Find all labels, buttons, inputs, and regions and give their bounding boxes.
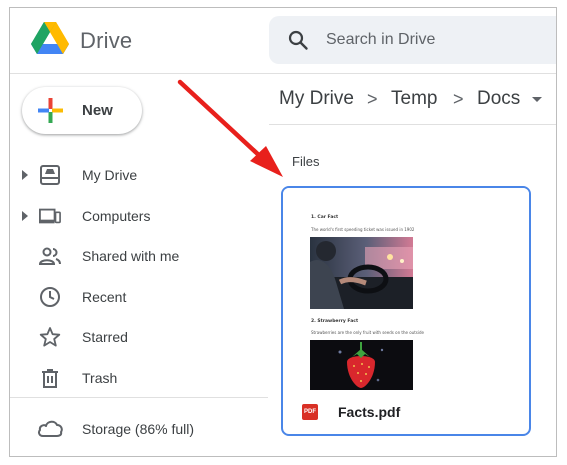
sidebar-item-shared-with-me[interactable]: Shared with me bbox=[10, 238, 268, 274]
google-drive-logo-icon[interactable] bbox=[31, 22, 69, 55]
breadcrumb: My Drive > Temp > Docs bbox=[269, 74, 556, 125]
search-icon[interactable] bbox=[287, 29, 309, 51]
sidebar-item-label: Recent bbox=[82, 289, 127, 305]
sidebar-divider bbox=[10, 397, 268, 398]
sidebar-item-recent[interactable]: Recent bbox=[10, 279, 268, 315]
expand-caret-icon[interactable] bbox=[22, 170, 28, 180]
file-card[interactable]: 1. Car Fact The world's first speeding t… bbox=[281, 186, 531, 436]
breadcrumb-separator-icon: > bbox=[453, 89, 464, 109]
search-bar[interactable]: Search in Drive bbox=[269, 16, 556, 64]
sidebar-item-computers[interactable]: Computers bbox=[10, 198, 268, 234]
preview-heading: 1. Car Fact bbox=[311, 215, 339, 220]
car-photo-image bbox=[310, 237, 413, 309]
sidebar-item-storage[interactable]: Storage (86% full) bbox=[10, 410, 268, 446]
drive-window: Drive Search in Drive New My Drive Compu… bbox=[9, 7, 557, 457]
header: Drive Search in Drive bbox=[10, 8, 556, 74]
my-drive-icon bbox=[40, 165, 60, 185]
breadcrumb-separator-icon: > bbox=[367, 89, 378, 109]
sidebar-item-label: Trash bbox=[82, 370, 118, 386]
star-icon bbox=[39, 327, 61, 347]
pdf-file-icon: PDF bbox=[302, 404, 318, 420]
sidebar-item-trash[interactable]: Trash bbox=[10, 360, 268, 396]
sidebar: New My Drive Computers Shared with me Re… bbox=[10, 74, 268, 456]
app-name: Drive bbox=[80, 28, 133, 53]
sidebar-item-label: Starred bbox=[82, 329, 128, 345]
strawberry-photo-image bbox=[310, 340, 413, 390]
expand-caret-icon[interactable] bbox=[22, 211, 28, 221]
shared-icon bbox=[39, 247, 61, 265]
computers-icon bbox=[39, 208, 61, 224]
breadcrumb-item-temp[interactable]: Temp bbox=[391, 88, 437, 110]
new-button[interactable]: New bbox=[22, 87, 142, 134]
file-thumbnail: 1. Car Fact The world's first speeding t… bbox=[283, 188, 529, 393]
plus-icon bbox=[38, 98, 63, 123]
preview-heading: 2. Strawberry Fact bbox=[311, 319, 359, 324]
storage-label: Storage (86% full) bbox=[82, 421, 195, 437]
trash-icon bbox=[42, 369, 58, 388]
sidebar-item-label: Shared with me bbox=[82, 248, 180, 264]
chevron-down-icon[interactable] bbox=[532, 97, 542, 102]
main-content: My Drive > Temp > Docs Files 1. Car Fact… bbox=[269, 74, 556, 456]
sidebar-item-starred[interactable]: Starred bbox=[10, 319, 268, 355]
preview-text: Strawberries are the only fruit with see… bbox=[311, 330, 424, 335]
search-input[interactable]: Search in Drive bbox=[326, 31, 435, 49]
preview-text: The world's first speeding ticket was is… bbox=[311, 227, 415, 232]
sidebar-item-label: My Drive bbox=[82, 167, 138, 183]
clock-icon bbox=[40, 287, 60, 307]
file-footer: PDF Facts.pdf bbox=[283, 393, 529, 434]
new-button-label: New bbox=[82, 102, 113, 119]
breadcrumb-item-docs[interactable]: Docs bbox=[477, 88, 520, 110]
sidebar-item-my-drive[interactable]: My Drive bbox=[10, 157, 268, 193]
files-section-title: Files bbox=[292, 154, 320, 169]
sidebar-item-label: Computers bbox=[82, 208, 151, 224]
cloud-icon bbox=[38, 420, 63, 437]
file-name[interactable]: Facts.pdf bbox=[338, 404, 400, 420]
breadcrumb-item-my-drive[interactable]: My Drive bbox=[279, 88, 354, 110]
